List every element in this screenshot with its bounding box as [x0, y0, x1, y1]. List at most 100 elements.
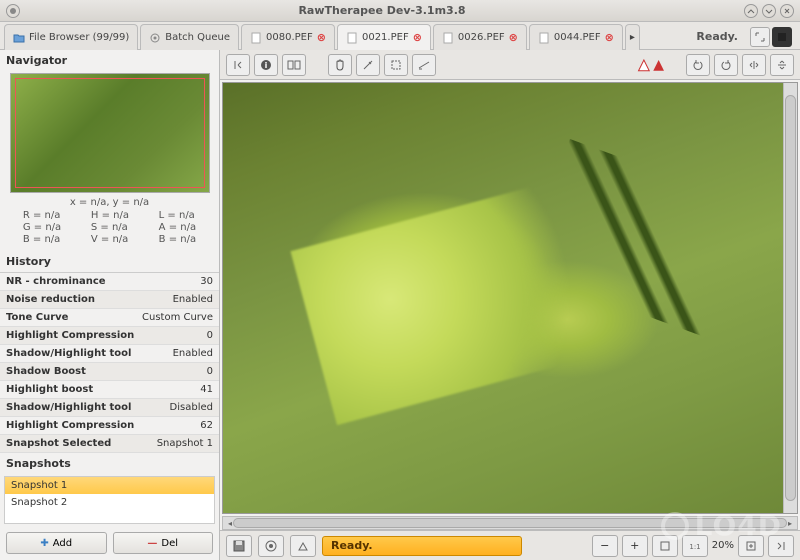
- image-viewport[interactable]: [222, 82, 798, 514]
- image-toolbar: i ▲ ▲: [220, 50, 800, 80]
- left-panel: Navigator x = n/a, y = n/a R = n/a G = n…: [0, 50, 220, 560]
- navigator-title: Navigator: [0, 50, 219, 71]
- tab-label: File Browser (99/99): [29, 32, 129, 43]
- history-row[interactable]: Tone CurveCustom Curve: [0, 309, 219, 327]
- history-row[interactable]: NR - chrominance30: [0, 273, 219, 291]
- snapshot-item[interactable]: Snapshot 1: [5, 477, 214, 494]
- zoom-in-icon[interactable]: +: [622, 535, 648, 557]
- history-row[interactable]: Snapshot SelectedSnapshot 1: [0, 435, 219, 453]
- zoom-out-icon[interactable]: −: [592, 535, 618, 557]
- tab-bar: File Browser (99/99) Batch Queue 0080.PE…: [0, 22, 800, 50]
- main-area: Navigator x = n/a, y = n/a R = n/a G = n…: [0, 50, 800, 560]
- before-after-icon[interactable]: [282, 54, 306, 76]
- tab-file-browser[interactable]: File Browser (99/99): [4, 24, 138, 50]
- document-icon: [250, 32, 262, 44]
- svg-text:1:1: 1:1: [689, 543, 700, 551]
- tab-file-0[interactable]: 0080.PEF ⊗: [241, 24, 335, 50]
- image-area: i ▲ ▲ ◂ ▸: [220, 50, 800, 560]
- folder-icon: [13, 32, 25, 44]
- tab-overflow[interactable]: ▸: [625, 24, 640, 50]
- navigator-preview[interactable]: [10, 73, 210, 193]
- maximize-button[interactable]: [762, 4, 776, 18]
- document-icon: [346, 32, 358, 44]
- tab-file-2[interactable]: 0026.PEF ⊗: [433, 24, 527, 50]
- minimize-button[interactable]: [744, 4, 758, 18]
- panel-right-icon[interactable]: [768, 535, 794, 557]
- info-icon[interactable]: i: [254, 54, 278, 76]
- flip-h-icon[interactable]: [742, 54, 766, 76]
- window-menu-button[interactable]: [6, 4, 20, 18]
- history-table: NR - chrominance30 Noise reductionEnable…: [0, 272, 219, 453]
- history-row[interactable]: Shadow/Highlight toolDisabled: [0, 399, 219, 417]
- new-detail-window-icon[interactable]: [738, 535, 764, 557]
- picker-tool-icon[interactable]: [356, 54, 380, 76]
- channel-value: V = n/a: [91, 234, 129, 245]
- image-content: [223, 83, 797, 513]
- svg-text:i: i: [265, 61, 268, 70]
- panel-left-icon[interactable]: [226, 54, 250, 76]
- hand-tool-icon[interactable]: [328, 54, 352, 76]
- tab-label: 0080.PEF: [266, 32, 313, 43]
- add-snapshot-button[interactable]: ✚Add: [6, 532, 107, 554]
- tab-batch-queue[interactable]: Batch Queue: [140, 24, 239, 50]
- channel-value: R = n/a: [23, 210, 61, 221]
- channel-value: B = n/a: [23, 234, 61, 245]
- rotate-right-icon[interactable]: [714, 54, 738, 76]
- history-row[interactable]: Shadow Boost0: [0, 363, 219, 381]
- channel-value: G = n/a: [23, 222, 61, 233]
- close-icon[interactable]: ⊗: [317, 31, 326, 44]
- clip-shadow-icon[interactable]: ▲: [638, 57, 649, 73]
- history-row[interactable]: Noise reductionEnabled: [0, 291, 219, 309]
- minus-icon: —: [147, 538, 157, 549]
- navigator-coords: x = n/a, y = n/a: [0, 197, 219, 208]
- snapshots-list: Snapshot 1 Snapshot 2: [4, 476, 215, 524]
- snapshots-title: Snapshots: [0, 453, 219, 474]
- tab-label: Batch Queue: [165, 32, 230, 43]
- close-button[interactable]: [780, 4, 794, 18]
- close-icon[interactable]: ⊗: [413, 31, 422, 44]
- rotate-left-icon[interactable]: [686, 54, 710, 76]
- channel-value: L = n/a: [159, 210, 196, 221]
- snapshot-item[interactable]: Snapshot 2: [5, 494, 214, 511]
- history-title: History: [0, 251, 219, 272]
- horizontal-scrollbar[interactable]: ◂ ▸: [222, 516, 798, 530]
- window-title: RawTherapee Dev-3.1m3.8: [26, 4, 738, 17]
- plus-icon: ✚: [40, 538, 48, 549]
- save-icon[interactable]: [226, 535, 252, 557]
- tab-file-1[interactable]: 0021.PEF ⊗: [337, 24, 431, 50]
- history-row[interactable]: Shadow/Highlight toolEnabled: [0, 345, 219, 363]
- document-icon: [538, 32, 550, 44]
- close-icon[interactable]: ⊗: [605, 31, 614, 44]
- flip-v-icon[interactable]: [770, 54, 794, 76]
- history-row[interactable]: Highlight boost41: [0, 381, 219, 399]
- progress-bar: Ready.: [322, 536, 522, 556]
- theme-toggle-icon[interactable]: [772, 27, 792, 47]
- zoom-fit-icon[interactable]: [652, 535, 678, 557]
- history-row[interactable]: Highlight Compression0: [0, 327, 219, 345]
- clip-highlight-icon[interactable]: ▲: [653, 57, 664, 73]
- straighten-tool-icon[interactable]: [412, 54, 436, 76]
- document-icon: [442, 32, 454, 44]
- tab-file-3[interactable]: 0044.PEF ⊗: [529, 24, 623, 50]
- vertical-scrollbar[interactable]: [783, 83, 797, 513]
- titlebar: RawTherapee Dev-3.1m3.8: [0, 0, 800, 22]
- tab-label: 0021.PEF: [362, 32, 409, 43]
- status-ready: Ready.: [684, 24, 750, 49]
- external-editor-icon[interactable]: [290, 535, 316, 557]
- del-snapshot-button[interactable]: —Del: [113, 532, 214, 554]
- history-row[interactable]: Highlight Compression62: [0, 417, 219, 435]
- tab-label: 0044.PEF: [554, 32, 601, 43]
- queue-icon[interactable]: [258, 535, 284, 557]
- channel-value: S = n/a: [91, 222, 129, 233]
- crop-tool-icon[interactable]: [384, 54, 408, 76]
- gears-icon: [149, 32, 161, 44]
- zoom-level: 20%: [712, 540, 734, 551]
- fullscreen-icon[interactable]: [750, 27, 770, 47]
- channel-value: B = n/a: [159, 234, 196, 245]
- channel-value: H = n/a: [91, 210, 129, 221]
- close-icon[interactable]: ⊗: [509, 31, 518, 44]
- bottom-bar: Ready. − + 1:1 20%: [220, 530, 800, 560]
- zoom-100-icon[interactable]: 1:1: [682, 535, 708, 557]
- scroll-right-icon[interactable]: ▸: [783, 517, 797, 529]
- tab-label: 0026.PEF: [458, 32, 505, 43]
